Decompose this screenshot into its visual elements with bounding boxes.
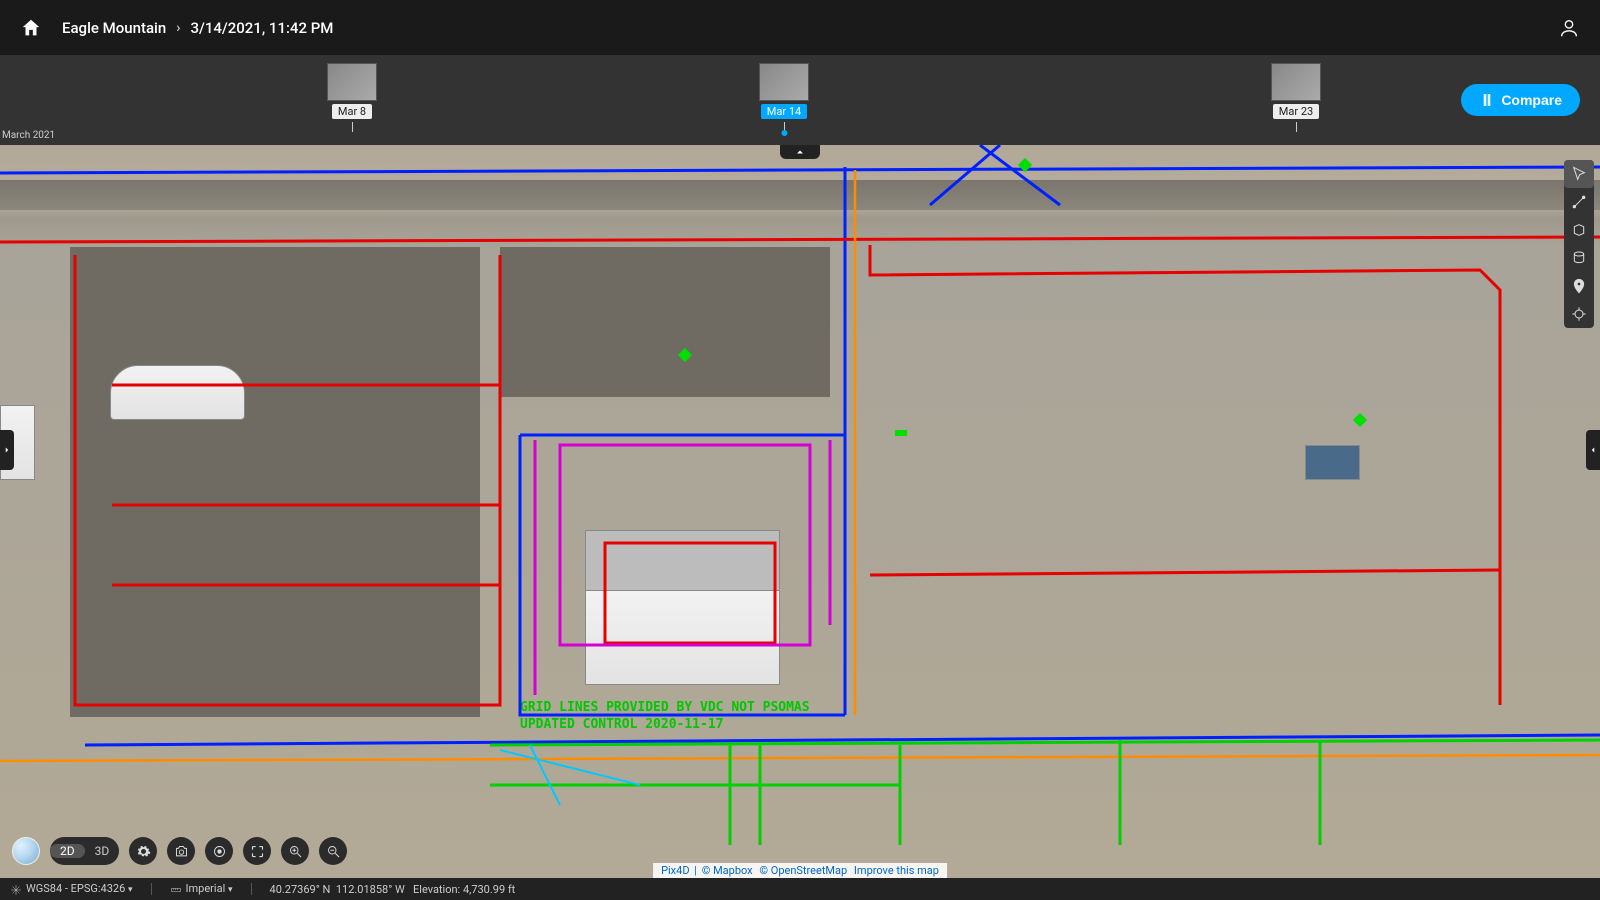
volume-icon — [1571, 250, 1587, 266]
zoom-out-button[interactable] — [319, 837, 347, 865]
timeline-thumbnail — [1271, 63, 1321, 101]
zoom-in-button[interactable] — [281, 837, 309, 865]
timeline-item-mar14[interactable]: Mar 14 — [759, 63, 809, 132]
camera-icon — [174, 844, 189, 859]
crs-label: WGS84 - EPSG:4326 — [26, 882, 125, 895]
timeline-date-label: Mar 8 — [332, 104, 372, 119]
attrib-improve[interactable]: Improve this map — [854, 864, 939, 877]
tool-gps[interactable] — [1564, 300, 1594, 328]
status-bar: WGS84 - EPSG:4326 Imperial 40.27369° N 1… — [0, 878, 1600, 900]
fullscreen-button[interactable] — [243, 837, 271, 865]
compare-label: Compare — [1501, 92, 1562, 108]
breadcrumb-project[interactable]: Eagle Mountain — [62, 19, 166, 37]
line-icon — [1571, 194, 1587, 210]
view-mode-toggle: 2D 3D — [50, 837, 119, 865]
tool-measure-line[interactable] — [1564, 188, 1594, 216]
timeline-date-label: Mar 14 — [761, 104, 807, 119]
units-selector[interactable]: Imperial — [170, 882, 233, 895]
elevation-label: Elevation: — [413, 883, 460, 896]
fullscreen-icon — [250, 844, 265, 859]
tool-measure-area[interactable] — [1564, 216, 1594, 244]
pin-icon — [1571, 278, 1587, 294]
latitude-value: 40.27369° N — [270, 883, 331, 896]
gear-icon — [136, 844, 151, 859]
timeline-month-label: March 2021 — [2, 130, 55, 141]
crosshair-icon — [1571, 306, 1587, 322]
locate-icon — [212, 844, 227, 859]
attrib-osm[interactable]: © OpenStreetMap — [759, 864, 847, 877]
crs-icon — [10, 884, 22, 896]
view-2d[interactable]: 2D — [50, 844, 85, 858]
home-icon[interactable] — [20, 17, 42, 39]
tool-volume[interactable] — [1564, 244, 1594, 272]
chevron-left-icon — [1588, 445, 1598, 455]
units-label: Imperial — [186, 882, 226, 895]
zoom-in-icon — [288, 844, 303, 859]
elevation-value: 4,730.99 ft — [463, 883, 515, 896]
orthomosaic-map[interactable]: GRID LINES PROVIDED BY VDC NOT PSOMAS UP… — [0, 145, 1600, 878]
recenter-button[interactable] — [205, 837, 233, 865]
cad-overlay — [0, 145, 1600, 878]
tool-marker[interactable] — [1564, 272, 1594, 300]
timeline-date-label: Mar 23 — [1273, 104, 1319, 119]
breadcrumb: Eagle Mountain › 3/14/2021, 11:42 PM — [62, 19, 333, 37]
zoom-out-icon — [326, 844, 341, 859]
coordinates-readout: 40.27369° N 112.01858° W Elevation: 4,73… — [270, 883, 516, 896]
settings-button[interactable] — [129, 837, 157, 865]
attrib-mapbox[interactable]: © Mapbox — [702, 864, 753, 877]
timeline-item-mar23[interactable]: Mar 23 — [1271, 63, 1321, 132]
collapse-timeline-button[interactable] — [780, 145, 820, 159]
chevron-right-icon — [2, 445, 12, 455]
chevron-up-icon — [794, 146, 806, 158]
chevron-right-icon: › — [176, 20, 180, 36]
cursor-icon — [1571, 166, 1587, 182]
map-controls: 2D 3D — [12, 837, 347, 865]
map-attribution: Pix4D | © Mapbox © OpenStreetMap Improve… — [653, 863, 947, 878]
ruler-icon — [170, 884, 182, 896]
crs-selector[interactable]: WGS84 - EPSG:4326 — [10, 882, 133, 895]
timeline-item-mar8[interactable]: Mar 8 — [327, 63, 377, 132]
basemap-button[interactable] — [12, 837, 40, 865]
expand-left-panel-button[interactable] — [0, 430, 14, 470]
breadcrumb-datetime[interactable]: 3/14/2021, 11:42 PM — [190, 19, 333, 37]
compare-button[interactable]: Compare — [1461, 84, 1580, 116]
polygon-icon — [1571, 222, 1587, 238]
view-3d[interactable]: 3D — [85, 844, 120, 858]
header-bar: Eagle Mountain › 3/14/2021, 11:42 PM — [0, 0, 1600, 55]
snapshot-button[interactable] — [167, 837, 195, 865]
expand-right-panel-button[interactable] — [1586, 430, 1600, 470]
annotation-tools — [1564, 160, 1594, 328]
user-icon[interactable] — [1558, 17, 1580, 39]
compare-icon — [1479, 92, 1495, 108]
timeline-strip: March 2021 Mar 8 Mar 14 Mar 23 Compare — [0, 55, 1600, 145]
timeline-thumbnail — [759, 63, 809, 101]
tool-select[interactable] — [1564, 160, 1594, 188]
attrib-brand[interactable]: Pix4D — [661, 864, 689, 877]
longitude-value: 112.01858° W — [336, 883, 405, 896]
timeline-thumbnail — [327, 63, 377, 101]
